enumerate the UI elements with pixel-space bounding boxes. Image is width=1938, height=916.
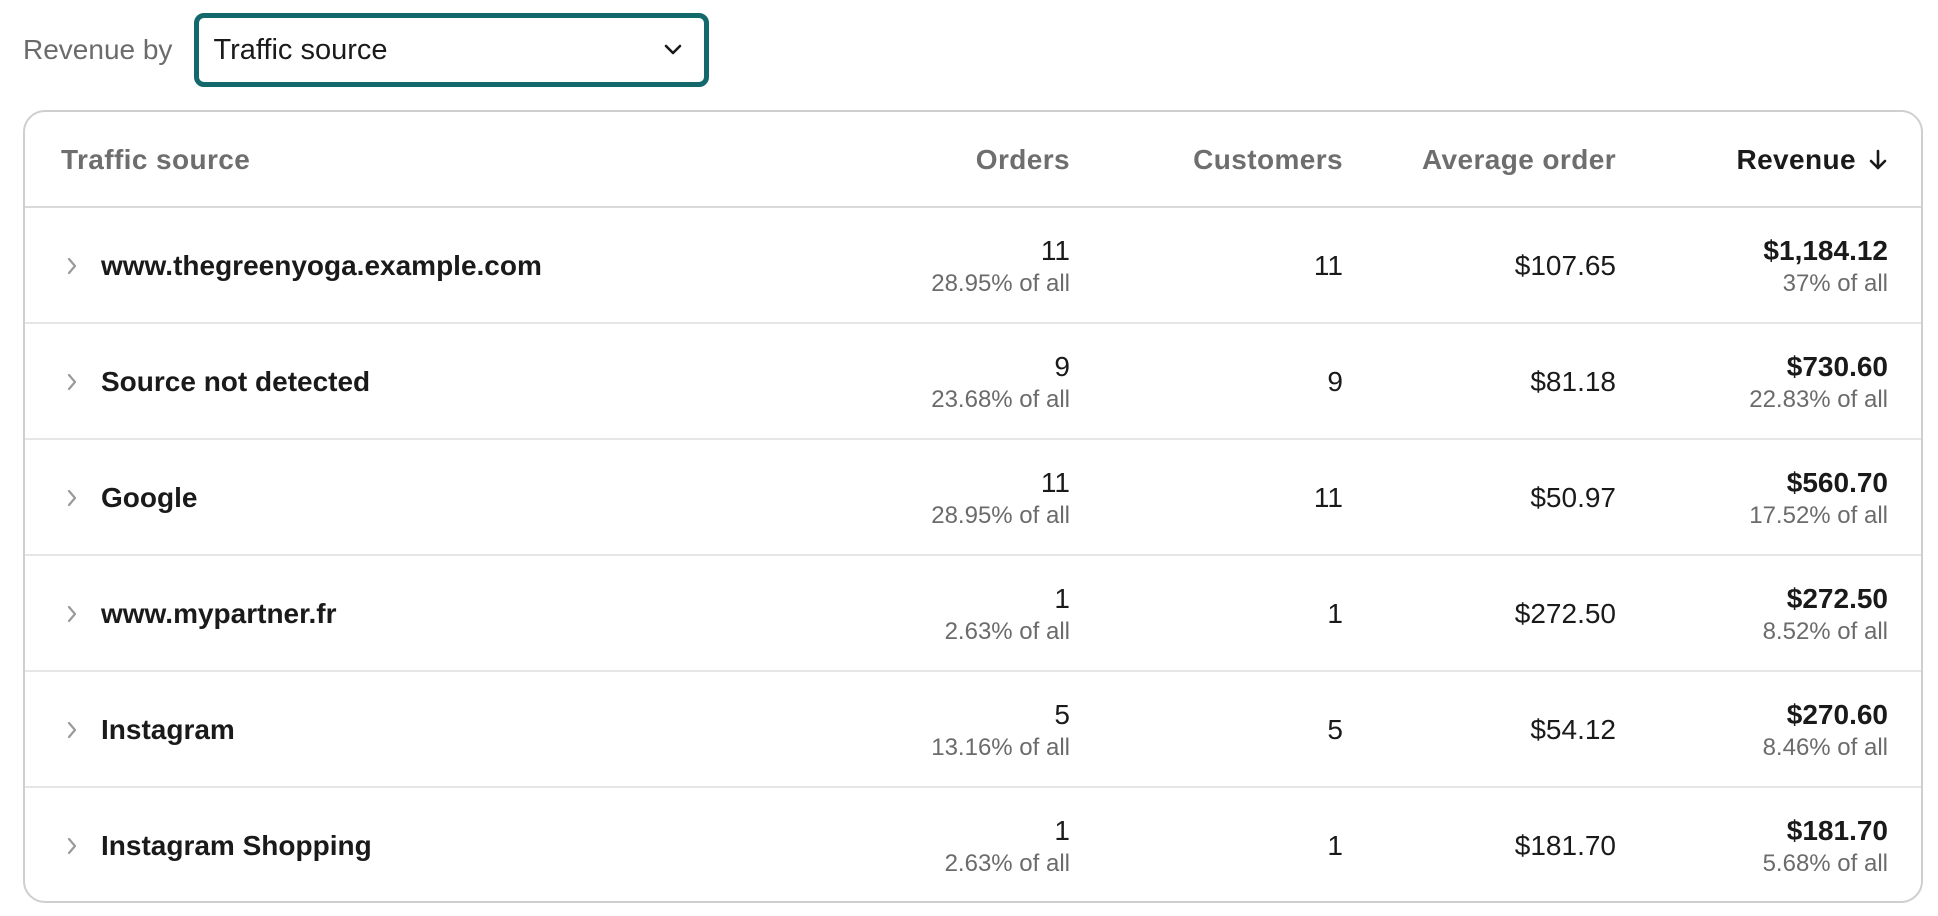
row-orders-cell: 11 28.95% of all [931,440,1070,556]
row-revenue-pct: 8.46% of all [1762,734,1888,761]
header-orders[interactable]: Orders [976,112,1070,208]
header-revenue[interactable]: Revenue [1736,112,1888,208]
row-average-order-cell: $54.12 [1530,672,1616,788]
row-average-order-cell: $181.70 [1514,788,1616,901]
row-orders: 5 [1054,699,1070,730]
row-customers-cell: 1 [1327,556,1343,672]
chevron-right-icon[interactable] [61,600,83,628]
row-orders: 9 [1054,351,1070,382]
row-customers: 11 [1313,482,1343,513]
row-orders: 1 [1054,815,1070,846]
row-traffic-source: Source not detected [101,366,371,397]
row-orders-pct: 28.95% of all [931,270,1070,297]
row-revenue-cell: $181.70 5.68% of all [1762,788,1888,901]
chevron-down-icon [662,39,684,61]
table-row: Google 11 28.95% of all 11 $50.97 $560.7… [25,440,1921,556]
table-row: Source not detected 9 23.68% of all 9 $8… [25,324,1921,440]
table-row: Instagram Shopping 1 2.63% of all 1 $181… [25,788,1921,901]
table-body: www.thegreenyoga.example.com 11 28.95% o… [25,208,1921,901]
row-average-order-cell: $272.50 [1515,556,1616,672]
row-revenue: $560.70 [1786,467,1888,498]
chevron-right-icon[interactable] [61,368,83,396]
row-revenue-pct: 37% of all [1782,270,1888,297]
row-customers-cell: 5 [1327,672,1343,788]
row-revenue: $730.60 [1786,351,1888,382]
row-traffic-source: Google [101,482,198,513]
traffic-source-select[interactable]: Traffic source [194,13,710,87]
row-revenue-cell: $730.60 22.83% of all [1749,324,1888,440]
row-orders-cell: 1 2.63% of all [945,556,1070,672]
row-customers-cell: 11 [1314,440,1343,556]
row-revenue-pct: 8.52% of all [1762,618,1888,645]
row-orders-pct: 23.68% of all [931,386,1070,413]
row-revenue-cell: $270.60 8.46% of all [1763,672,1888,788]
chevron-right-icon[interactable] [61,832,83,860]
row-orders: 11 [1040,467,1070,498]
row-average-order-cell: $107.65 [1515,208,1616,324]
arrow-down-icon [1868,149,1888,171]
row-revenue-pct: 17.52% of all [1749,502,1888,529]
row-orders-pct: 2.63% of all [944,618,1070,645]
row-revenue-cell: $560.70 17.52% of all [1749,440,1888,556]
row-orders-cell: 11 28.95% of all [931,208,1070,324]
revenue-by-label: Revenue by [23,34,173,65]
table-header: Traffic source Orders Customers Average … [25,112,1921,208]
header-revenue-label: Revenue [1736,144,1856,175]
table-row: www.thegreenyoga.example.com 11 28.95% o… [25,208,1921,324]
row-traffic-source: Instagram Shopping [101,830,372,861]
header-traffic-source[interactable]: Traffic source [61,112,250,208]
row-customers-cell: 1 [1327,788,1343,901]
revenue-table: Traffic source Orders Customers Average … [23,110,1923,903]
chevron-right-icon[interactable] [61,716,83,744]
row-customers: 11 [1313,250,1343,281]
row-revenue: $181.70 [1786,815,1888,846]
header-average-order[interactable]: Average order [1422,112,1616,208]
row-customers-cell: 11 [1314,208,1343,324]
row-traffic-source: www.thegreenyoga.example.com [101,250,542,281]
row-customers: 5 [1327,714,1343,745]
table-row: www.mypartner.fr 1 2.63% of all 1 $272.5… [25,556,1921,672]
table-row: Instagram 5 13.16% of all 5 $54.12 $270.… [25,672,1921,788]
chevron-right-icon[interactable] [61,252,83,280]
row-average-order: $272.50 [1514,598,1616,629]
row-orders-cell: 1 2.63% of all [944,788,1070,901]
row-average-order: $50.97 [1530,482,1616,513]
row-average-order-cell: $81.18 [1530,324,1616,440]
row-revenue-pct: 5.68% of all [1762,850,1888,877]
row-average-order-cell: $50.97 [1530,440,1616,556]
row-customers: 1 [1327,598,1343,629]
row-customers: 9 [1327,366,1343,397]
row-orders-pct: 13.16% of all [931,734,1070,761]
row-average-order: $54.12 [1530,714,1616,745]
row-revenue: $270.60 [1786,699,1888,730]
row-revenue: $1,184.12 [1763,235,1888,266]
select-value: Traffic source [213,33,388,66]
row-average-order: $107.65 [1514,250,1616,281]
row-orders: 1 [1054,583,1070,614]
row-orders-cell: 9 23.68% of all [931,324,1070,440]
row-customers: 1 [1327,830,1343,861]
chevron-right-icon[interactable] [61,484,83,512]
row-orders-cell: 5 13.16% of all [931,672,1070,788]
row-orders-pct: 2.63% of all [944,850,1070,877]
row-customers-cell: 9 [1327,324,1343,440]
row-traffic-source: www.mypartner.fr [101,598,337,629]
row-orders: 11 [1040,235,1070,266]
row-average-order: $81.18 [1530,366,1616,397]
row-revenue-cell: $1,184.12 37% of all [1763,208,1888,324]
header-customers[interactable]: Customers [1193,112,1343,208]
row-revenue-pct: 22.83% of all [1749,386,1888,413]
row-average-order: $181.70 [1514,830,1616,861]
row-revenue-cell: $272.50 8.52% of all [1763,556,1888,672]
row-revenue: $272.50 [1786,583,1888,614]
revenue-by-toolbar: Revenue by Traffic source [23,13,710,87]
row-traffic-source: Instagram [101,714,235,745]
row-orders-pct: 28.95% of all [931,502,1070,529]
